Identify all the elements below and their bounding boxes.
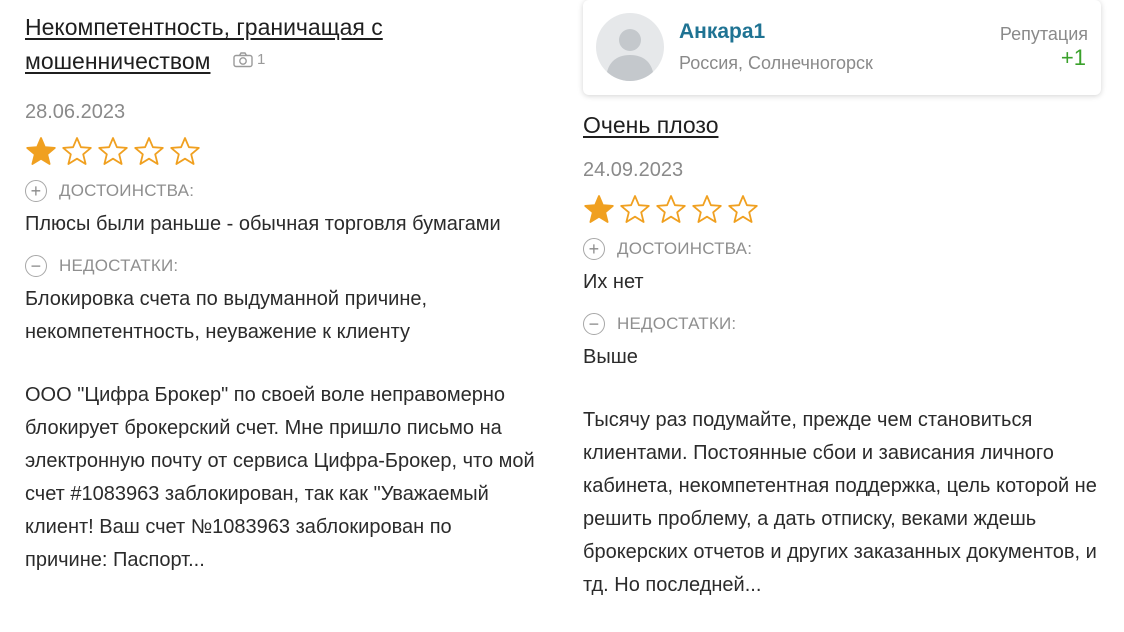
review-date: 28.06.2023 — [25, 101, 126, 123]
review-title-link[interactable]: Некомпетентность, граничащая с мошенниче… — [25, 14, 383, 74]
star-empty-icon — [656, 195, 686, 223]
photo-count[interactable]: 1 — [233, 45, 265, 75]
user-placeholder-icon — [606, 29, 654, 81]
review-date: 24.09.2023 — [583, 159, 684, 181]
review-title-link[interactable]: Очень плозо — [583, 112, 718, 138]
camera-icon — [233, 52, 253, 68]
user-card: Анкара1 Россия, Солнечногорск Репутация … — [583, 0, 1101, 95]
pros-label-text: ДОСТОИНСТВА: — [59, 181, 195, 200]
review-title-block: Очень плозо — [583, 110, 1103, 144]
reputation-value: +1 — [1060, 45, 1086, 70]
avatar[interactable] — [596, 13, 664, 81]
star-filled-icon — [584, 195, 614, 223]
pros-label: + ДОСТОИНСТВА: — [583, 238, 1103, 260]
rating-stars — [583, 194, 1103, 224]
star-empty-icon — [98, 137, 128, 165]
review-body: Тысячу раз подумайте, прежде чем станови… — [583, 409, 1097, 596]
reputation-label: Репутация — [999, 24, 1088, 44]
star-empty-icon — [62, 137, 92, 165]
star-filled-icon — [26, 137, 56, 165]
cons-label: − НЕДОСТАТКИ: — [25, 255, 535, 277]
pros-text: Плюсы были раньше - обычная торговля бум… — [25, 213, 501, 235]
rating-stars — [25, 136, 535, 166]
user-location: Россия, Солнечногорск — [679, 53, 873, 73]
star-empty-icon — [692, 195, 722, 223]
pros-text: Их нет — [583, 271, 644, 293]
photo-count-value: 1 — [256, 51, 266, 68]
cons-label: − НЕДОСТАТКИ: — [583, 313, 1103, 335]
username-link[interactable]: Анкара1 — [679, 20, 765, 44]
plus-icon: + — [25, 180, 47, 202]
minus-icon: − — [583, 313, 605, 335]
plus-icon: + — [583, 238, 605, 260]
pros-label-text: ДОСТОИНСТВА: — [617, 239, 753, 258]
cons-label-text: НЕДОСТАТКИ: — [617, 314, 737, 333]
pros-label: + ДОСТОИНСТВА: — [25, 180, 535, 202]
minus-icon: − — [25, 255, 47, 277]
star-empty-icon — [620, 195, 650, 223]
review-right: Очень плозо 24.09.2023 + ДОСТОИНСТВА: Их… — [583, 110, 1103, 602]
star-empty-icon — [728, 195, 758, 223]
cons-text: Выше — [583, 346, 638, 368]
star-empty-icon — [170, 137, 200, 165]
star-empty-icon — [134, 137, 164, 165]
cons-text: Блокировка счета по выдуманной причине, … — [25, 288, 428, 343]
review-title-block: Некомпетентность, граничащая с мошенниче… — [25, 12, 535, 80]
review-left: Некомпетентность, граничащая с мошенниче… — [25, 0, 535, 577]
cons-label-text: НЕДОСТАТКИ: — [59, 256, 179, 275]
review-body: ООО "Цифра Брокер" по своей воле неправо… — [25, 384, 535, 571]
